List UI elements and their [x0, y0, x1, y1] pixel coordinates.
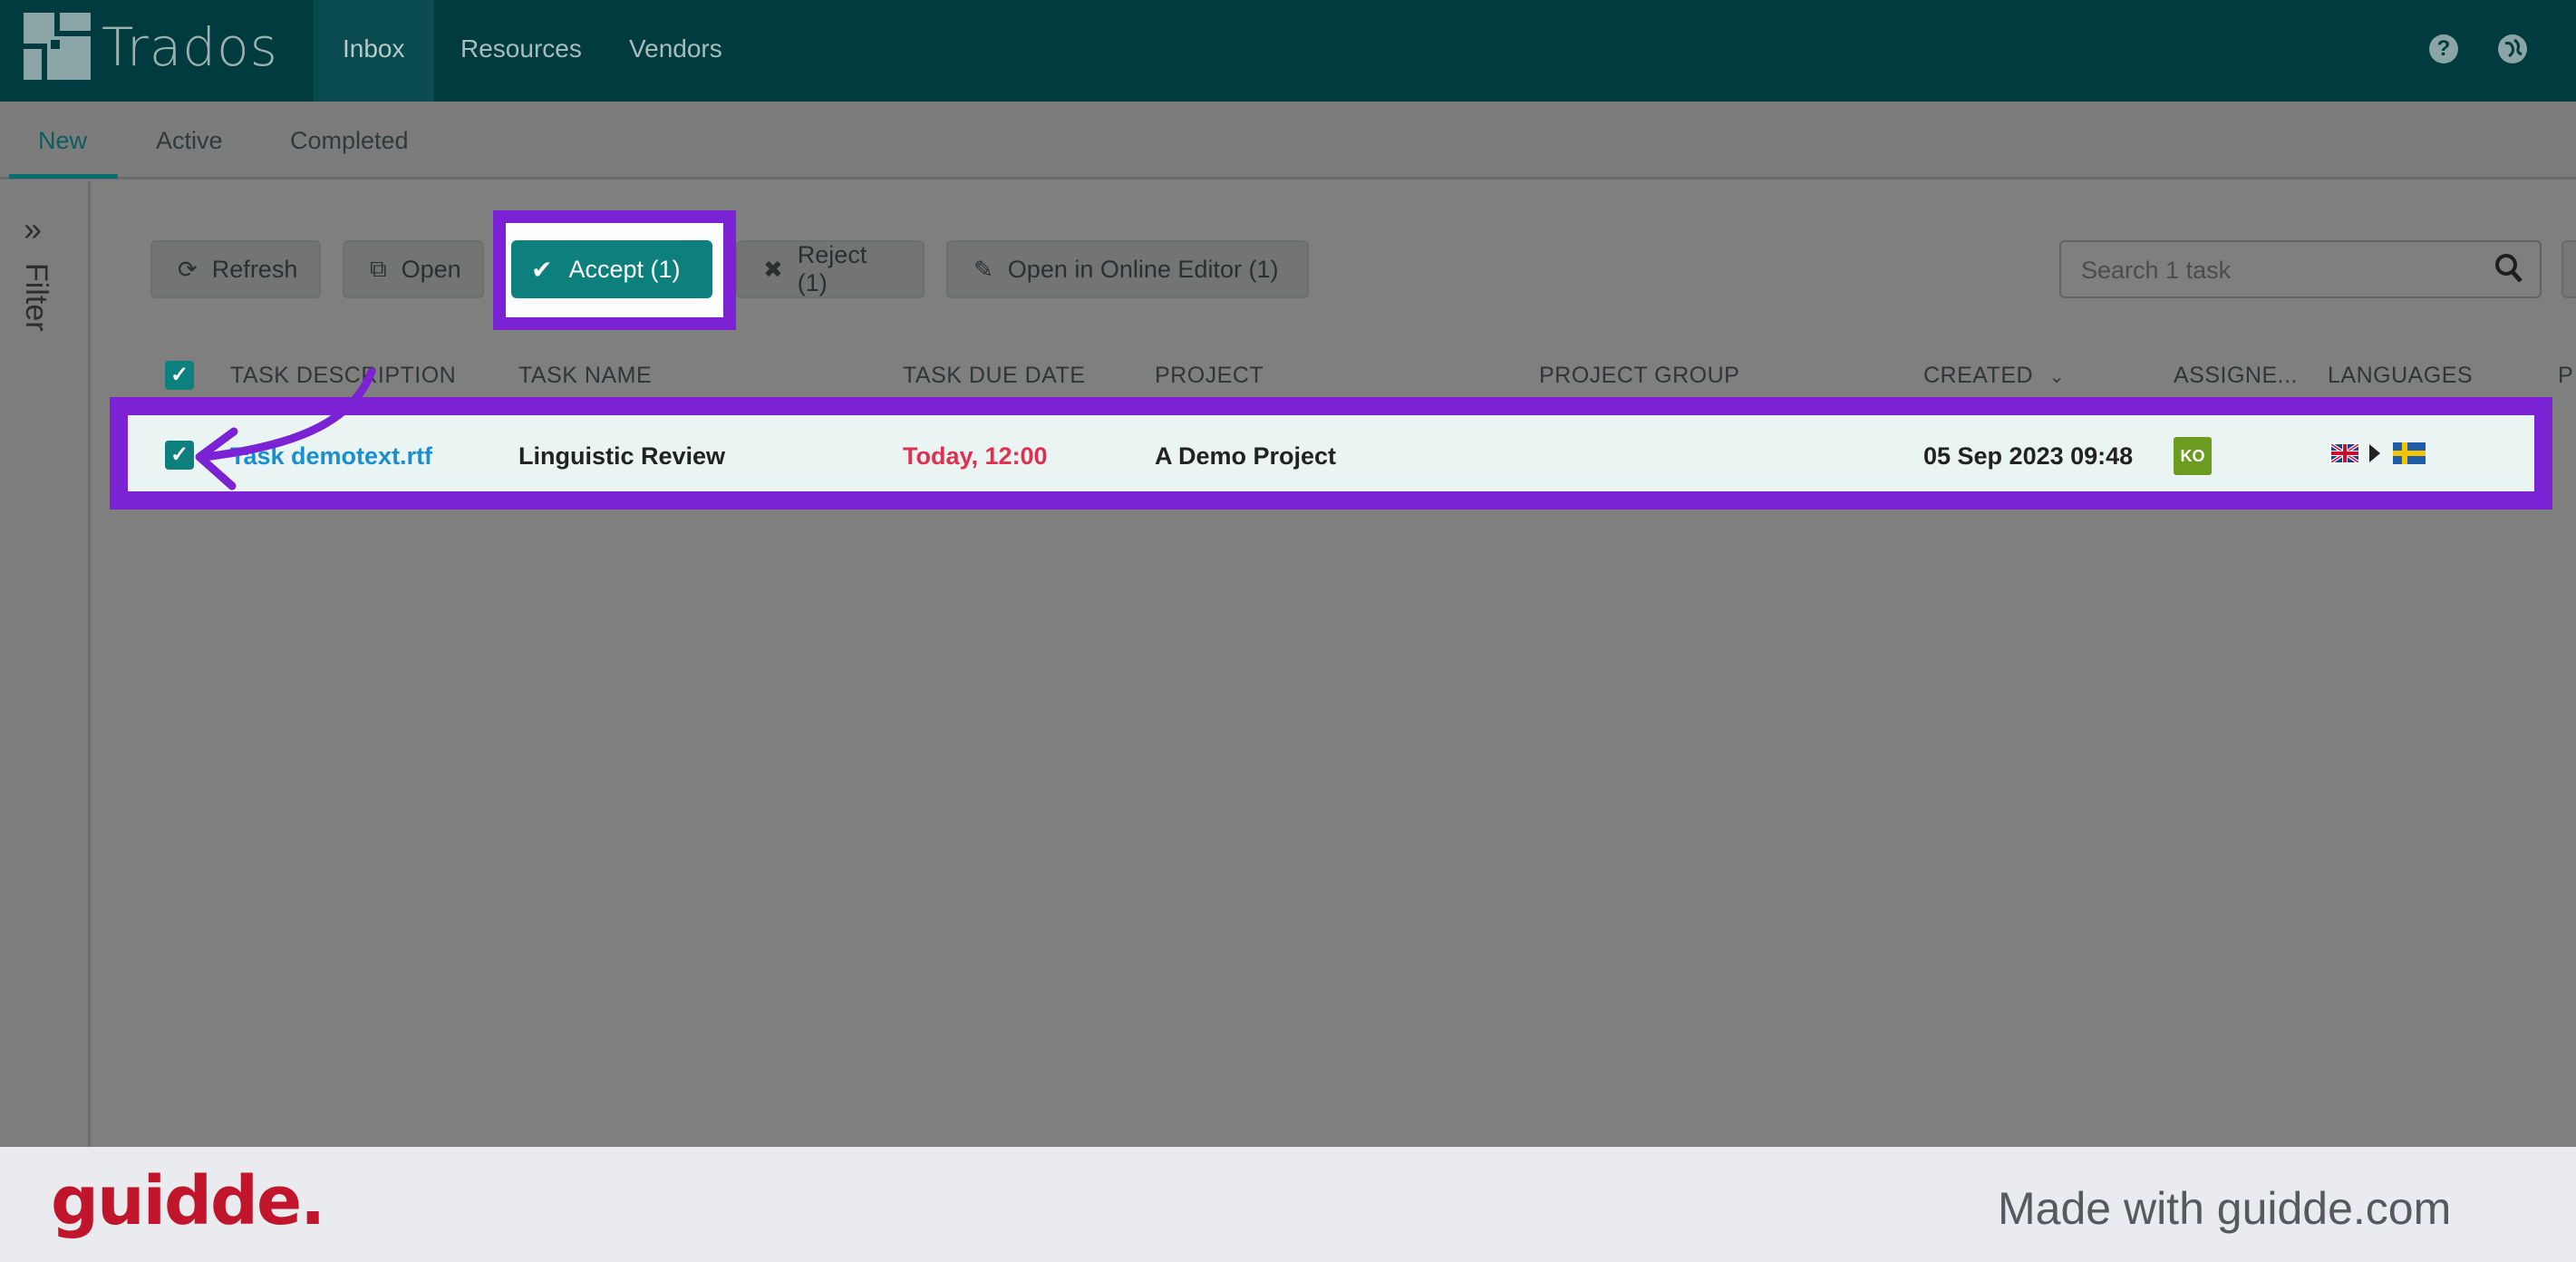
open-icon: ⧉	[370, 255, 387, 282]
column-header-task-name[interactable]: TASK NAME	[518, 363, 652, 389]
accept-label: Accept (1)	[568, 255, 681, 283]
filter-label[interactable]: Filter	[18, 263, 53, 332]
search-input[interactable]: Search 1 task	[2059, 240, 2542, 298]
refresh-label: Refresh	[211, 255, 298, 283]
search-icon[interactable]	[2494, 253, 2523, 284]
help-icon[interactable]: ?	[2429, 34, 2458, 63]
column-header-created[interactable]: CREATED ⌄	[1923, 363, 2065, 389]
column-header-project[interactable]: PROJECT	[1155, 363, 1264, 389]
online-editor-label: Open in Online Editor (1)	[1007, 255, 1279, 283]
task-name: Linguistic Review	[518, 442, 726, 470]
toolbar-overflow-button[interactable]	[2561, 240, 2576, 298]
reject-button[interactable]: ✖ Reject (1)	[736, 240, 925, 298]
inbox-subtabs: New Active Completed	[0, 102, 2576, 180]
column-header-assignee[interactable]: ASSIGNE...	[2174, 363, 2298, 389]
search-placeholder: Search 1 task	[2081, 257, 2232, 284]
nav-inbox[interactable]: Inbox	[314, 0, 434, 102]
edit-icon: ✎	[973, 255, 993, 283]
project-name: A Demo Project	[1155, 442, 1337, 470]
guide-arrow-icon	[195, 367, 376, 490]
tab-new[interactable]: New	[38, 127, 87, 155]
sweden-flag-icon	[2393, 442, 2426, 464]
nav-vendors[interactable]: Vendors	[600, 0, 751, 102]
refresh-icon: ⟳	[178, 255, 198, 283]
created-date: 05 Sep 2023 09:48	[1923, 442, 2134, 470]
uk-flag-icon	[2329, 442, 2360, 464]
checkmark-icon: ✔	[531, 255, 553, 284]
open-button[interactable]: ⧉ Open	[343, 240, 484, 298]
reject-label: Reject (1)	[797, 241, 867, 296]
tab-completed[interactable]: Completed	[290, 127, 409, 155]
trados-logo-icon	[24, 13, 92, 82]
top-navigation-bar: Trados Inbox Resources Vendors ?	[0, 0, 2576, 102]
language-direction-arrow-icon	[2369, 444, 2380, 462]
column-header-truncated[interactable]: P	[2558, 363, 2573, 389]
active-tab-indicator	[9, 174, 118, 179]
created-header-label: CREATED	[1923, 363, 2034, 388]
made-with-guidde-text[interactable]: Made with guidde.com	[1998, 1182, 2451, 1235]
guidde-logo[interactable]: guidde.	[51, 1162, 325, 1240]
trados-logo[interactable]: Trados	[24, 13, 278, 82]
column-header-project-group[interactable]: PROJECT GROUP	[1539, 363, 1739, 389]
sort-chevron-down-icon: ⌄	[2048, 367, 2065, 387]
column-header-task-due-date[interactable]: TASK DUE DATE	[903, 363, 1085, 389]
accept-button[interactable]: ✔ Accept (1)	[511, 240, 712, 298]
open-online-editor-button[interactable]: ✎ Open in Online Editor (1)	[946, 240, 1309, 298]
task-due-date: Today, 12:00	[903, 442, 1048, 470]
assignee-avatar[interactable]: KO	[2174, 437, 2212, 475]
close-icon: ✖	[763, 255, 783, 283]
open-label: Open	[401, 255, 461, 283]
globe-icon[interactable]	[2498, 34, 2527, 63]
nav-resources[interactable]: Resources	[431, 0, 611, 102]
refresh-button[interactable]: ⟳ Refresh	[150, 240, 321, 298]
column-header-languages[interactable]: LANGUAGES	[2328, 363, 2473, 389]
double-chevron-right-icon[interactable]: »	[24, 210, 42, 248]
tab-active[interactable]: Active	[156, 127, 223, 155]
app-title: Trados	[102, 16, 278, 78]
